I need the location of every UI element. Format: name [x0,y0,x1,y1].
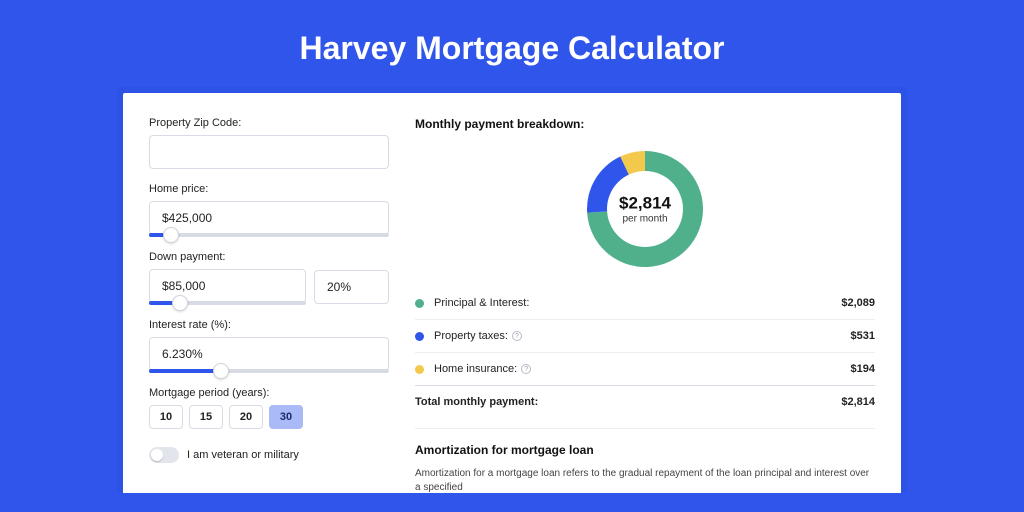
page-title: Harvey Mortgage Calculator [0,30,1024,67]
legend-total-row: Total monthly payment:$2,814 [415,385,875,418]
field-down-payment: Down payment: [149,251,389,305]
home-price-slider[interactable] [149,233,389,237]
form-column: Property Zip Code: Home price: Down paym… [149,117,389,493]
donut-amount: $2,814 [619,194,671,214]
legend-amount: $2,089 [841,297,875,309]
interest-label: Interest rate (%): [149,319,389,331]
slider-thumb[interactable] [213,363,229,379]
breakdown-column: Monthly payment breakdown: $2,814 per mo… [415,117,875,493]
period-segmented: 10152030 [149,405,389,429]
donut-chart: $2,814 per month [415,141,875,287]
period-option-20[interactable]: 20 [229,405,263,429]
panel-frame: Property Zip Code: Home price: Down paym… [117,87,907,493]
amortization-section: Amortization for mortgage loan Amortizat… [415,428,875,493]
down-payment-slider[interactable] [149,301,306,305]
legend: Principal & Interest:$2,089Property taxe… [415,287,875,418]
info-icon[interactable]: ? [521,364,531,374]
interest-slider[interactable] [149,369,389,373]
slider-thumb[interactable] [163,227,179,243]
legend-row: Home insurance:?$194 [415,352,875,385]
veteran-row: I am veteran or military [149,447,389,463]
amortization-text: Amortization for a mortgage loan refers … [415,467,875,493]
home-price-input[interactable] [149,201,389,235]
home-price-label: Home price: [149,183,389,195]
hero: Harvey Mortgage Calculator [0,0,1024,87]
zip-input[interactable] [149,135,389,169]
period-option-15[interactable]: 15 [189,405,223,429]
field-interest: Interest rate (%): [149,319,389,373]
down-payment-label: Down payment: [149,251,389,263]
field-home-price: Home price: [149,183,389,237]
legend-label: Principal & Interest: [434,297,841,309]
field-period: Mortgage period (years): 10152030 [149,387,389,429]
donut-sub: per month [619,214,671,225]
down-payment-pct-input[interactable] [314,270,389,304]
veteran-toggle[interactable] [149,447,179,463]
total-label: Total monthly payment: [415,396,841,408]
period-option-10[interactable]: 10 [149,405,183,429]
amortization-title: Amortization for mortgage loan [415,443,875,457]
legend-label: Property taxes:? [434,330,851,342]
legend-label: Home insurance:? [434,363,851,375]
breakdown-title: Monthly payment breakdown: [415,117,875,131]
period-option-30[interactable]: 30 [269,405,303,429]
field-zip: Property Zip Code: [149,117,389,169]
legend-dot [415,299,424,308]
calculator-panel: Property Zip Code: Home price: Down paym… [123,93,901,493]
legend-dot [415,332,424,341]
period-label: Mortgage period (years): [149,387,389,399]
legend-dot [415,365,424,374]
total-amount: $2,814 [841,396,875,408]
legend-row: Principal & Interest:$2,089 [415,287,875,319]
info-icon[interactable]: ? [512,331,522,341]
legend-amount: $531 [851,330,875,342]
slider-thumb[interactable] [172,295,188,311]
veteran-label: I am veteran or military [187,449,299,461]
legend-row: Property taxes:?$531 [415,319,875,352]
interest-input[interactable] [149,337,389,371]
zip-label: Property Zip Code: [149,117,389,129]
legend-amount: $194 [851,363,875,375]
